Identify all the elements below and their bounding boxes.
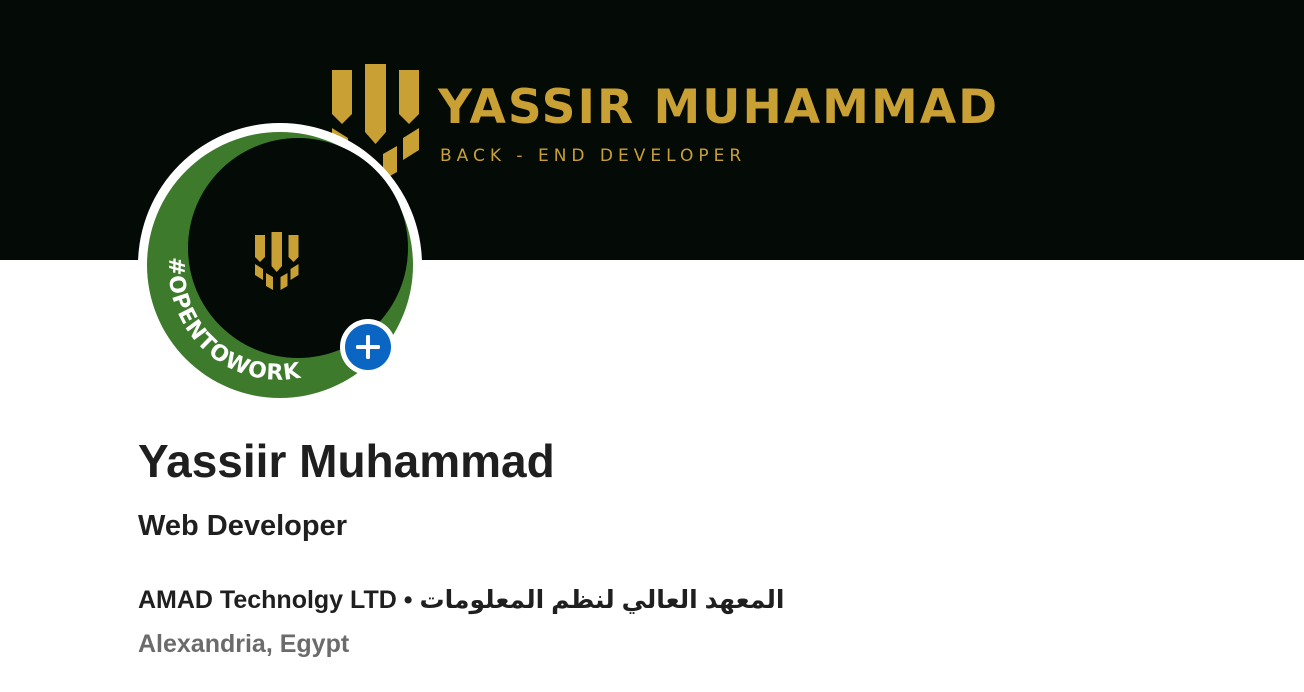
profile-location: Alexandria, Egypt bbox=[138, 630, 350, 658]
company-name[interactable]: AMAD Technolgy LTD bbox=[138, 586, 397, 614]
experience-education-line[interactable]: AMAD Technolgy LTD • المعهد العالي لنظم … bbox=[138, 585, 784, 615]
plus-icon bbox=[356, 335, 380, 359]
banner-subtitle: BACK - END DEVELOPER bbox=[440, 146, 747, 166]
profile-photo[interactable]: #OPENTOWORK bbox=[138, 123, 422, 407]
banner-name: YASSIR MUHAMMAD bbox=[438, 80, 1000, 135]
profile-headline: Web Developer bbox=[138, 510, 347, 542]
separator-dot: • bbox=[403, 586, 413, 614]
profile-name: Yassiir Muhammad bbox=[138, 435, 555, 487]
add-photo-button[interactable] bbox=[340, 319, 396, 375]
school-name[interactable]: المعهد العالي لنظم المعلومات bbox=[419, 586, 784, 614]
